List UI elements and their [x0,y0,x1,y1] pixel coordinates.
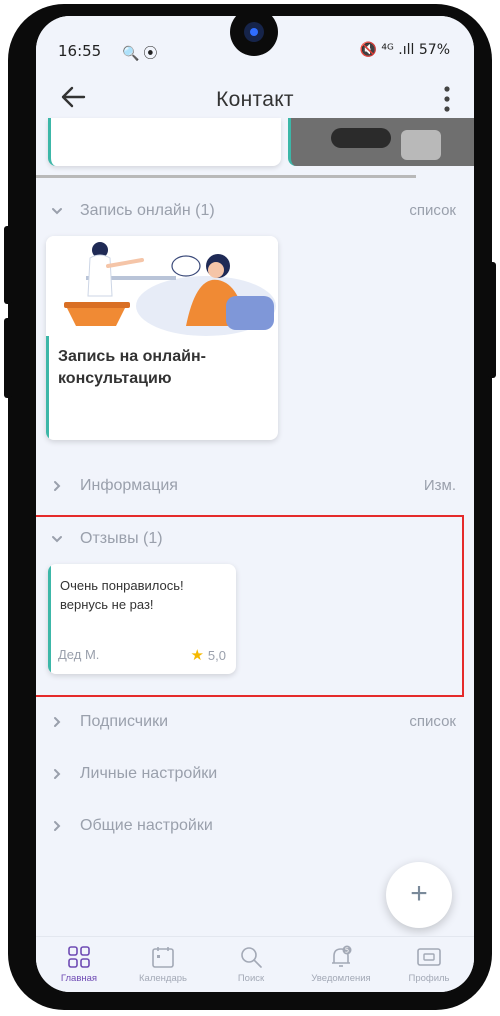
phone-side-button-left-bottom [4,318,12,398]
status-bar: 16:55 🔍 ⦿ 🔇 ⁴ᴳ .ıll 57% [36,16,474,72]
list-link[interactable]: список [409,713,456,730]
phone-side-button-left-top [4,226,12,304]
section-personal-settings[interactable]: Личные настройки [36,763,474,789]
review-rating: ★ 5,0 [190,646,226,664]
phone-side-button-right [488,262,496,378]
page-title: Контакт [216,88,294,111]
edit-link[interactable]: Изм. [424,477,456,494]
bottom-nav: Главная Календарь Поиск 5 Уведомления Пр… [36,936,474,992]
section-label: Личные настройки [80,765,218,782]
chevron-right-icon [54,717,61,727]
notification-badge: 5 [345,947,349,955]
previous-cards-strip [36,118,474,176]
nav-item-search[interactable]: Поиск [208,937,294,992]
section-general-settings[interactable]: Общие настройки [36,815,474,841]
nav-label: Профиль [408,973,450,984]
screen: 16:55 🔍 ⦿ 🔇 ⁴ᴳ .ıll 57% Контакт Запись о… [36,16,474,992]
nav-label: Главная [60,973,98,984]
section-reviews[interactable]: Отзывы (1) [36,528,474,554]
more-vertical-icon[interactable] [442,86,452,112]
card-stub-left[interactable] [48,118,281,166]
camera-notch [230,16,278,56]
section-label: Общие настройки [80,817,213,834]
plus-icon: + [410,877,428,910]
star-icon: ★ [190,647,204,664]
chevron-right-icon [54,821,61,831]
section-online-booking[interactable]: Запись онлайн (1) список [36,200,474,226]
chevron-down-icon [52,536,62,543]
scroll-divider [36,175,416,178]
review-author: Дед М. [58,647,100,662]
bell-icon: 5 [332,945,352,967]
rating-value: 5,0 [207,648,226,663]
add-button[interactable]: + [386,862,452,928]
grid-icon [68,946,90,968]
review-card[interactable]: Очень понравилось! вернусь не раз! Дед М… [48,564,236,674]
card-stub-image[interactable] [288,118,474,166]
section-label: Подписчики [80,713,169,730]
card-accent-bar [46,336,49,440]
profile-card-icon [417,948,441,966]
status-right-icons: 🔇 ⁴ᴳ .ıll 57% [359,42,450,58]
nav-label: Уведомления [311,973,371,984]
card-accent-bar [48,564,51,674]
section-information[interactable]: Информация Изм. [36,475,474,501]
chevron-right-icon [54,769,61,779]
search-icon [241,947,262,968]
nav-item-home[interactable]: Главная [36,937,122,992]
chevron-right-icon [54,481,61,491]
section-label: Отзывы (1) [80,530,163,547]
status-left-icons: 🔍 ⦿ [122,45,158,61]
card-image-shape [331,128,391,148]
nav-item-calendar[interactable]: Календарь [120,937,206,992]
booking-service-card[interactable]: Запись на онлайн-консультацию [46,236,278,440]
status-time: 16:55 [58,42,102,60]
nav-label: Поиск [237,973,265,984]
nav-label: Календарь [139,973,187,984]
booking-card-title: Запись на онлайн-консультацию [58,348,206,387]
list-link[interactable]: список [409,202,456,219]
section-label: Информация [80,477,178,494]
chevron-down-icon [52,208,62,215]
consultation-illustration [46,236,278,336]
review-text: Очень понравилось! вернусь не раз! [60,578,184,612]
section-label: Запись онлайн (1) [80,202,215,219]
section-subscribers[interactable]: Подписчики список [36,711,474,737]
nav-item-notifications[interactable]: 5 Уведомления [298,937,384,992]
card-image-shape [401,130,441,160]
nav-item-profile[interactable]: Профиль [386,937,472,992]
camera-icon [244,22,264,42]
calendar-icon [152,947,174,968]
